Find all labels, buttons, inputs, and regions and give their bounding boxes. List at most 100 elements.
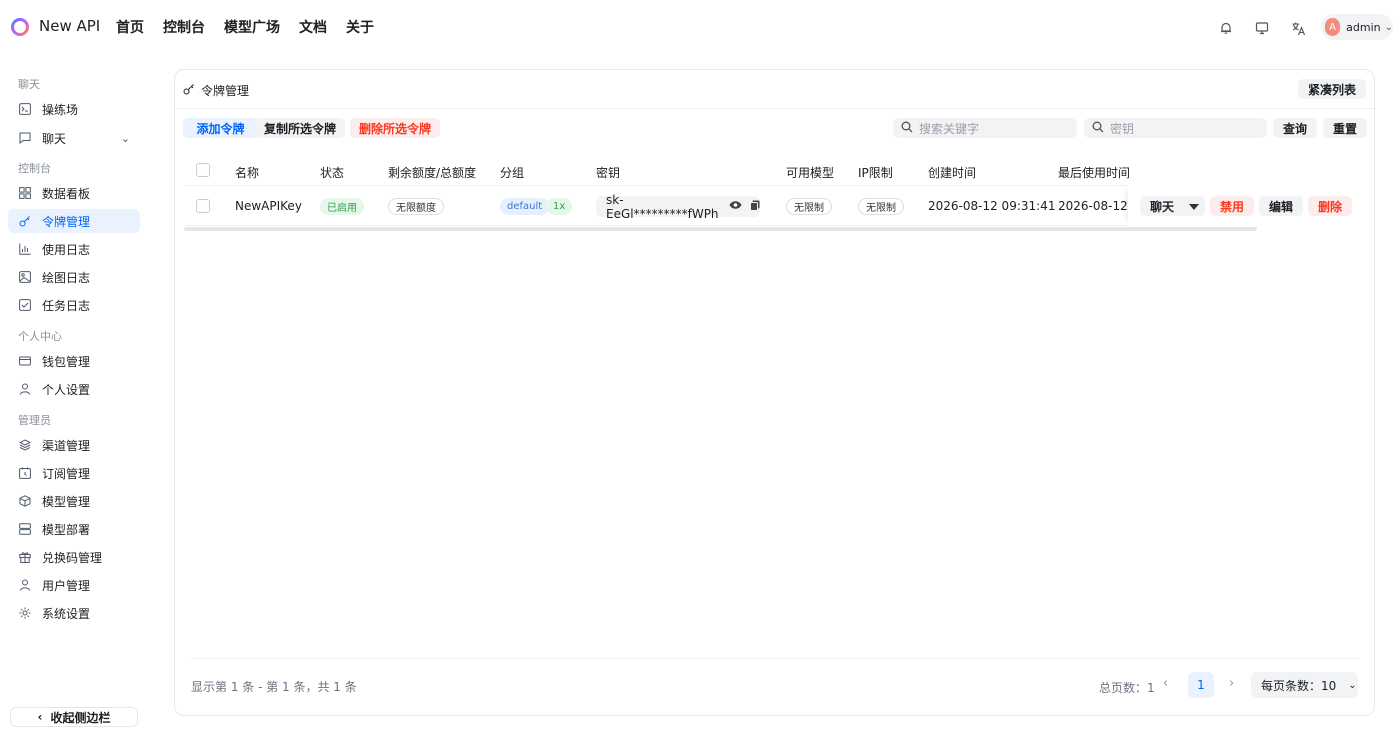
user-icon (19, 383, 31, 395)
sidebar-item-models[interactable]: 模型管理 (8, 489, 140, 513)
divider (191, 658, 1359, 659)
page-size-select[interactable]: 每页条数：10 ⌄ (1251, 672, 1358, 698)
prev-page-icon[interactable]: ‹ (1163, 676, 1168, 691)
compact-list-button[interactable]: 紧凑列表 (1297, 79, 1366, 99)
token-name: NewAPIKey (235, 199, 302, 213)
next-page-icon[interactable]: › (1229, 676, 1234, 691)
ip-limit-badge: 无限制 (858, 198, 904, 215)
copy-selected-button[interactable]: 复制所选令牌 (255, 118, 345, 138)
sidebar-group-console: 控制台 (18, 162, 51, 175)
monitor-icon[interactable] (1249, 15, 1275, 41)
sidebar-item-tokens[interactable]: 令牌管理 (8, 209, 140, 233)
select-all-checkbox[interactable] (196, 163, 210, 177)
copy-icon[interactable] (750, 200, 760, 214)
edit-button[interactable]: 编辑 (1259, 196, 1303, 216)
pagination-info: 显示第 1 条 - 第 1 条，共 1 条 (191, 680, 357, 694)
sidebar-item-label: 钱包管理 (42, 354, 91, 369)
column-header-key: 密钥 (596, 166, 621, 180)
sidebar-item-label: 绘图日志 (42, 270, 91, 285)
row-checkbox[interactable] (196, 199, 210, 213)
sidebar-item-system-settings[interactable]: 系统设置 (8, 601, 140, 625)
search-icon (1092, 121, 1104, 136)
sidebar-item-label: 系统设置 (42, 606, 91, 621)
bell-icon[interactable] (1213, 15, 1239, 41)
disable-button[interactable]: 禁用 (1210, 196, 1254, 216)
sidebar-item-label: 聊天 (42, 131, 67, 146)
column-header-created: 创建时间 (928, 166, 977, 180)
eye-icon[interactable] (729, 200, 742, 213)
gear-icon (19, 607, 31, 619)
sidebar-group-admin: 管理员 (18, 414, 51, 427)
sidebar-item-usage-logs[interactable]: 使用日志 (8, 237, 140, 261)
server-icon (19, 523, 31, 535)
add-token-button[interactable]: 添加令牌 (183, 118, 258, 138)
search-keyword-input[interactable]: 搜索关键字 (893, 118, 1077, 138)
sidebar-item-label: 操练场 (42, 102, 79, 117)
table-header: 名称 状态 剩余额度/总额度 分组 密钥 可用模型 IP限制 创建时间 最后使用… (184, 156, 1366, 186)
caret-down-icon (1189, 199, 1199, 213)
sidebar-item-drawing-logs[interactable]: 绘图日志 (8, 265, 140, 289)
sidebar-item-wallet[interactable]: 钱包管理 (8, 349, 140, 373)
user-menu[interactable]: A admin ⌄ (1321, 14, 1393, 40)
horizontal-scrollbar[interactable] (184, 227, 1257, 231)
sidebar-item-task-logs[interactable]: 任务日志 (8, 293, 140, 317)
ratio-badge: 1x (546, 198, 573, 215)
sidebar-item-label: 订阅管理 (42, 466, 91, 481)
sidebar-item-playground[interactable]: 操练场 (8, 97, 140, 121)
sidebar-item-label: 令牌管理 (42, 214, 91, 229)
sidebar-item-label: 用户管理 (42, 578, 91, 593)
sidebar-item-label: 使用日志 (42, 242, 91, 257)
user-name: admin (1346, 20, 1381, 34)
sidebar-item-users[interactable]: 用户管理 (8, 573, 140, 597)
sidebar-item-personal-settings[interactable]: 个人设置 (8, 377, 140, 401)
sidebar-item-label: 渠道管理 (42, 438, 91, 453)
sidebar-item-label: 任务日志 (42, 298, 91, 313)
token-key-value: sk-EeGl*********fWPh (606, 192, 719, 221)
nav-home[interactable]: 首页 (116, 17, 144, 37)
nav-console[interactable]: 控制台 (163, 17, 205, 37)
nav-docs[interactable]: 文档 (299, 17, 327, 37)
logo-icon[interactable] (10, 17, 30, 37)
search-key-input[interactable]: 密钥 (1084, 118, 1267, 138)
calendar-clock-icon (19, 467, 31, 479)
query-button[interactable]: 查询 (1273, 118, 1317, 138)
sidebar-item-label: 模型部署 (42, 522, 91, 537)
sidebar-item-dashboard[interactable]: 数据看板 (8, 181, 140, 205)
models-badge: 无限制 (786, 198, 832, 215)
group-badge: default (500, 198, 550, 215)
chevron-down-icon[interactable]: ⌄ (121, 132, 130, 145)
search-icon (901, 121, 913, 136)
column-header-models: 可用模型 (786, 166, 835, 180)
sidebar-item-model-deploy[interactable]: 模型部署 (8, 517, 140, 541)
sidebar-item-chat[interactable]: 聊天 ⌄ (8, 126, 140, 150)
chevron-down-icon: ⌄ (1384, 21, 1393, 33)
translate-icon[interactable] (1285, 15, 1311, 41)
nav-model-square[interactable]: 模型广场 (224, 17, 280, 37)
page-1-button[interactable]: 1 (1188, 672, 1214, 698)
sidebar: 聊天 操练场 聊天 ⌄ 控制台 数据看板 令牌管理 使用日志 绘图日志 任务日志… (0, 56, 160, 736)
cube-icon (19, 495, 31, 507)
brand-name[interactable]: New API (39, 17, 100, 35)
reset-button[interactable]: 重置 (1323, 118, 1367, 138)
sidebar-group-chat: 聊天 (18, 78, 40, 91)
card-title-text: 令牌管理 (201, 84, 250, 98)
sidebar-item-label: 个人设置 (42, 382, 91, 397)
chat-dropdown-button[interactable] (1184, 196, 1204, 216)
delete-selected-button[interactable]: 删除所选令牌 (350, 118, 440, 138)
table-row: NewAPIKey 已启用 无限额度 default 1x sk-EeGl***… (184, 185, 1366, 226)
column-header-name: 名称 (235, 166, 260, 180)
delete-button[interactable]: 删除 (1308, 196, 1352, 216)
created-time: 2026-08-12 09:31:41 (928, 199, 1056, 213)
sidebar-group-personal: 个人中心 (18, 330, 62, 343)
nav-about[interactable]: 关于 (346, 17, 374, 37)
collapse-sidebar-button[interactable]: ‹ 收起侧边栏 (10, 707, 138, 727)
chat-icon (19, 132, 31, 144)
status-badge: 已启用 (320, 198, 364, 215)
divider (175, 108, 1374, 109)
sidebar-item-redeem[interactable]: 兑换码管理 (8, 545, 140, 569)
sidebar-item-channels[interactable]: 渠道管理 (8, 433, 140, 457)
image-icon (19, 271, 31, 283)
column-header-quota: 剩余额度/总额度 (388, 166, 477, 180)
card-title: 令牌管理 (183, 82, 249, 99)
sidebar-item-subscriptions[interactable]: 订阅管理 (8, 461, 140, 485)
